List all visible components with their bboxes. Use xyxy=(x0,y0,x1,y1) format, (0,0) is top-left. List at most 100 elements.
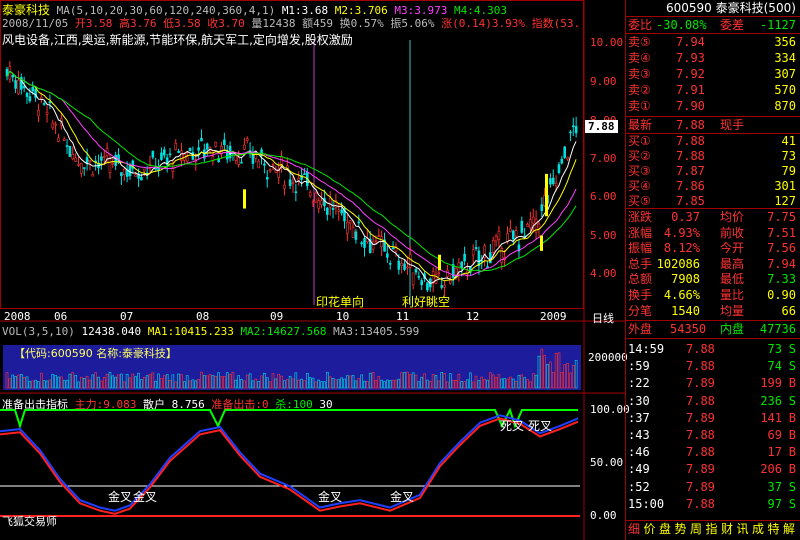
candle-body xyxy=(80,163,83,174)
candle-body xyxy=(142,168,146,172)
candle-body xyxy=(474,247,478,249)
stat-label: 涨跌 xyxy=(628,210,653,224)
stat-label: 最低 xyxy=(720,272,745,287)
candle-body xyxy=(420,280,424,286)
tick-row[interactable]: 14:59 7.88 73 S xyxy=(626,342,800,357)
candle-body xyxy=(443,284,446,288)
candle-body xyxy=(243,144,246,150)
stat-label: 量比 xyxy=(720,288,745,302)
candle-body xyxy=(426,282,429,291)
candle-body xyxy=(177,150,180,153)
candle-body xyxy=(234,155,238,161)
time-tick: 2009 xyxy=(540,310,567,323)
ask-row: 卖① 7.90 870 xyxy=(626,99,800,114)
vol-axis-label: 200000 xyxy=(588,351,628,364)
bid-price: 7.88 xyxy=(676,134,705,148)
bottom-tab-10[interactable]: 解 xyxy=(783,522,795,537)
candle-body xyxy=(140,176,143,181)
candle-body xyxy=(11,74,15,78)
bid-volume: 301 xyxy=(774,179,796,193)
candle-body xyxy=(511,230,515,240)
indicator-tick: 0.00 xyxy=(590,509,617,522)
ask-label: 卖③ xyxy=(628,67,651,81)
candle-body xyxy=(160,152,163,160)
stat-value: 8.12% xyxy=(663,241,700,256)
candle-body xyxy=(223,139,226,146)
price-tick: 6.00 xyxy=(590,190,617,203)
quote-turnover: 换0.57% xyxy=(339,17,384,30)
tick-row[interactable]: 15:00 7.88 97 S xyxy=(626,497,800,512)
indicator-tick: 50.00 xyxy=(590,456,624,469)
bid-label: 买① xyxy=(628,134,651,148)
bottom-tab-3[interactable]: 势 xyxy=(675,522,687,537)
bid-price: 7.85 xyxy=(676,194,705,208)
candle-body xyxy=(28,96,32,102)
tick-price: 7.89 xyxy=(686,376,715,391)
bottom-tab-1[interactable]: 价 xyxy=(644,522,656,537)
cross-label: 金叉 xyxy=(318,490,343,504)
candle-body xyxy=(71,154,75,160)
ratio-row: 委比 -30.08% 委差 -1127 xyxy=(628,18,796,32)
candle-body xyxy=(200,137,203,142)
event-label-stamp-tax[interactable]: 印花单向 xyxy=(316,293,364,310)
tick-row[interactable]: :37 7.89 141 B xyxy=(626,411,800,426)
candle-body xyxy=(122,168,126,175)
quote-close: 收3.70 xyxy=(207,17,245,30)
candle-body xyxy=(400,263,403,266)
period-label[interactable]: 日线 xyxy=(592,310,614,326)
tick-time: :52 xyxy=(628,479,650,494)
candle-body xyxy=(571,125,575,128)
tick-row[interactable]: :30 7.88 236 S xyxy=(626,394,800,409)
bottom-tab-9[interactable]: 特 xyxy=(768,522,780,537)
bottom-tab-4[interactable]: 周 xyxy=(690,522,702,537)
tick-side: S xyxy=(788,359,796,374)
chart-area[interactable]: 泰豪科技 MA(5,10,20,30,60,120,240,360,4,1) M… xyxy=(0,0,630,540)
candle-body xyxy=(531,216,535,224)
candle-body xyxy=(377,235,381,237)
kline-chart[interactable] xyxy=(0,0,625,540)
quote-change: 涨(0.14)3.93% xyxy=(441,17,525,30)
ask-row: 卖③ 7.92 307 xyxy=(626,67,800,82)
tick-side: B xyxy=(788,462,796,477)
tick-volume: 37 xyxy=(767,479,782,494)
event-label-good-news[interactable]: 利好眺空 xyxy=(402,293,450,310)
candle-body xyxy=(65,145,69,147)
bid-volume: 79 xyxy=(781,164,796,178)
candle-body xyxy=(351,226,355,238)
stat-value: 0.90 xyxy=(767,288,796,302)
candle-body xyxy=(314,192,318,203)
stat-value: 4.93% xyxy=(663,225,700,240)
tick-time: :43 xyxy=(628,428,650,442)
quote-panel: 600590 泰豪科技(500) 委比 -30.08% 委差 -1127 卖⑤ 7… xyxy=(626,0,800,540)
bottom-tab-8[interactable]: 成 xyxy=(752,522,764,537)
bottom-tab-0[interactable]: 细 xyxy=(628,522,640,537)
bottom-tab-7[interactable]: 讯 xyxy=(737,522,749,537)
vol-ma1: MA1:10415.233 xyxy=(147,325,234,338)
candle-body xyxy=(388,262,392,265)
tick-row[interactable]: :43 7.88 69 B xyxy=(626,428,800,443)
candle-body xyxy=(303,173,306,175)
time-tick: 10 xyxy=(336,310,350,323)
tick-row[interactable]: :52 7.89 37 S xyxy=(626,480,800,495)
candle-body xyxy=(283,184,286,189)
stat-value: 66 xyxy=(781,303,796,318)
bottom-tab-6[interactable]: 财 xyxy=(721,522,733,537)
tick-row[interactable]: :46 7.88 17 B xyxy=(626,445,800,460)
tick-row[interactable]: :49 7.89 206 B xyxy=(626,462,800,477)
candle-body xyxy=(440,285,444,288)
tick-price: 7.88 xyxy=(686,359,715,374)
tick-time: :49 xyxy=(628,462,650,477)
candle-body xyxy=(471,249,475,256)
bottom-tab-2[interactable]: 盘 xyxy=(659,522,671,537)
stat-label: 今开 xyxy=(720,241,745,256)
tick-row[interactable]: :22 7.89 199 B xyxy=(626,376,800,391)
tick-price: 7.88 xyxy=(686,445,715,460)
bottom-tab-5[interactable]: 指 xyxy=(706,522,718,537)
tick-row[interactable]: :59 7.88 74 S xyxy=(626,359,800,374)
candle-body xyxy=(245,138,249,141)
tick-side: B xyxy=(788,445,796,460)
cross-label: 死叉 xyxy=(528,419,553,433)
stat-value: 1540 xyxy=(671,303,700,318)
ask-price: 7.92 xyxy=(676,67,705,81)
candle-body xyxy=(240,161,243,164)
